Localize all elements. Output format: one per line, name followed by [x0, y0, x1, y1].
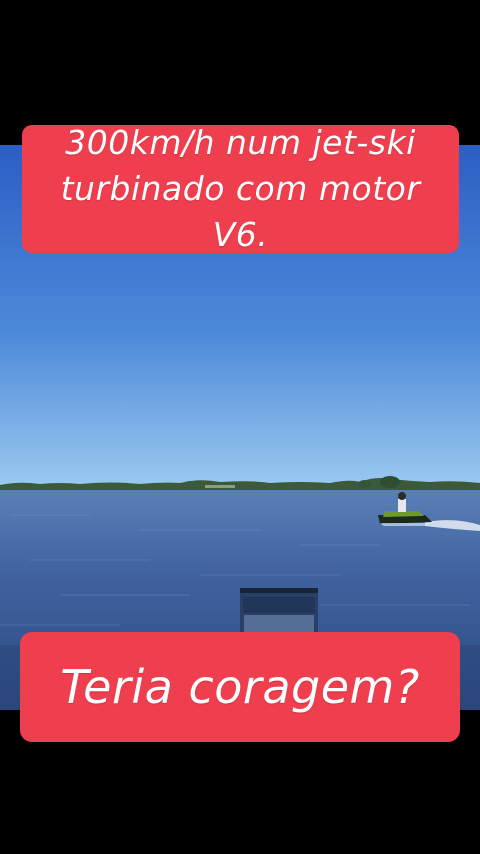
- top-caption: 300km/h num jet-ski turbinado com motor …: [22, 123, 459, 254]
- bottom-caption: Teria coragem?: [20, 632, 460, 742]
- boat-console: [240, 588, 318, 633]
